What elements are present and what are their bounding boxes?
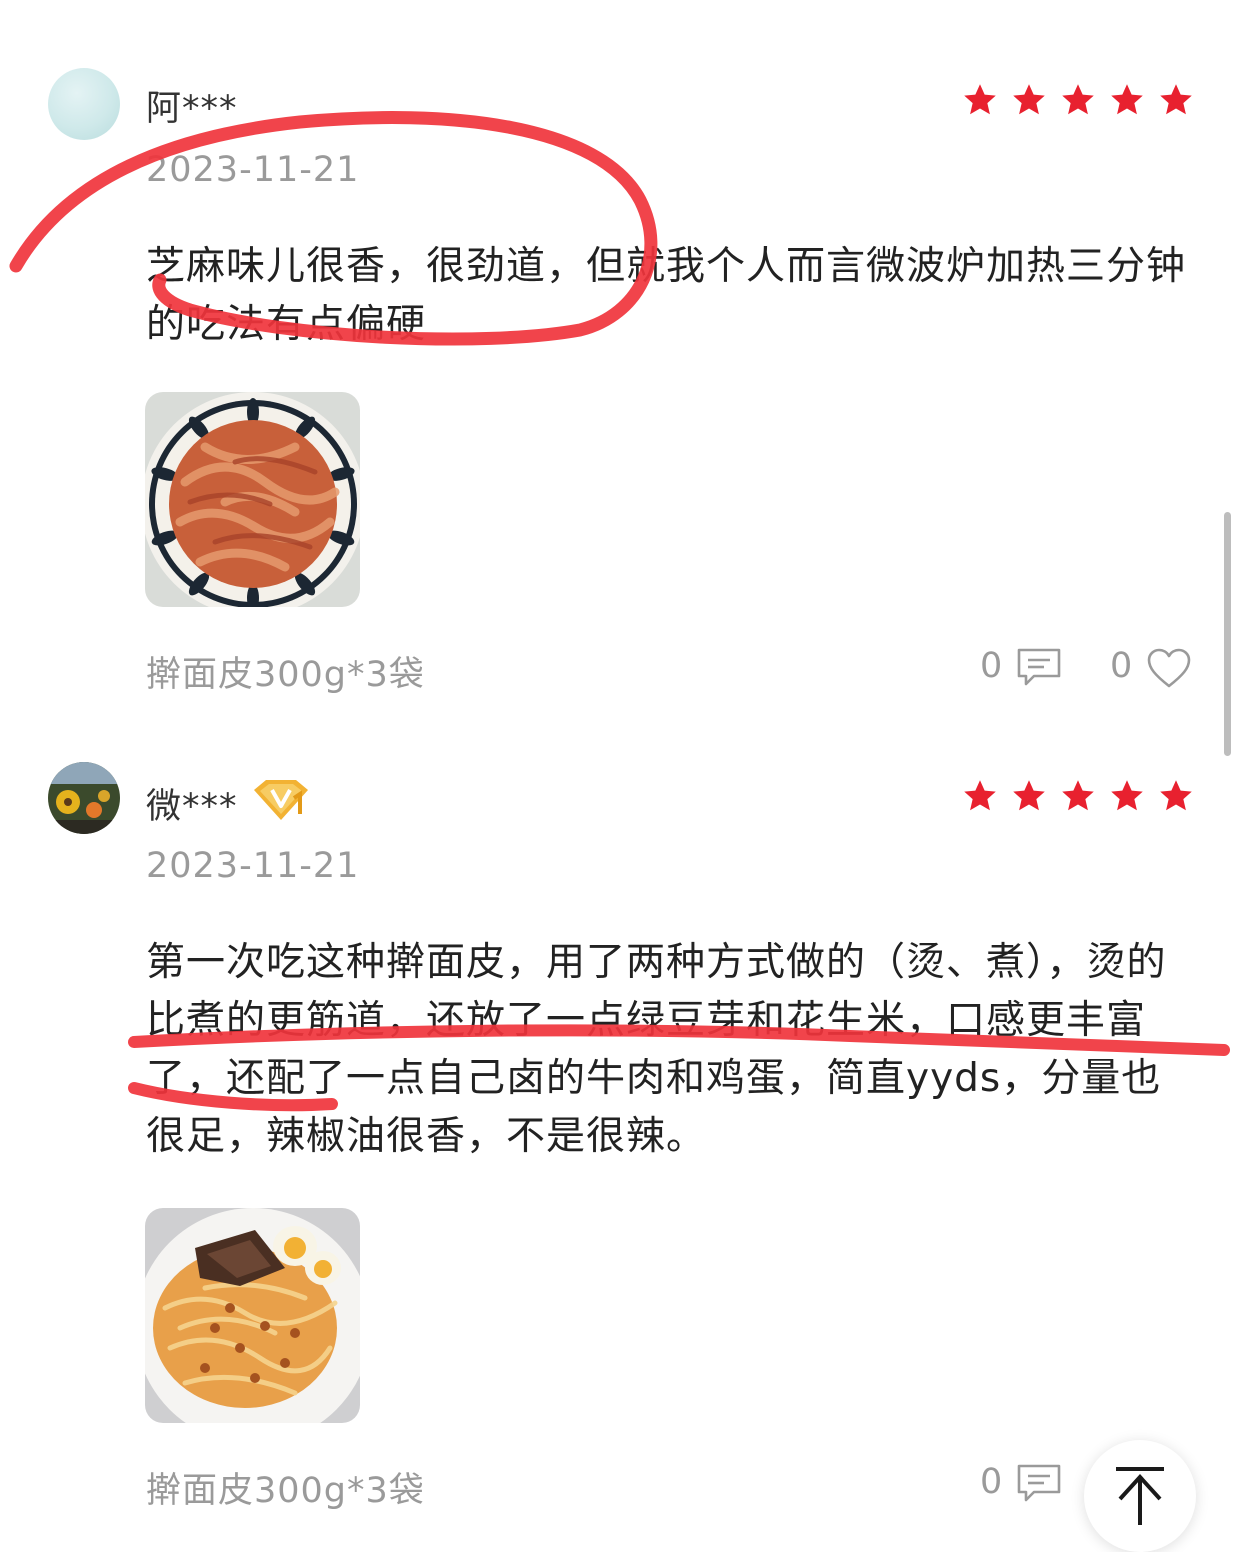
review-card: 微*** 2023-11-21 第一次吃这种擀面皮，用了两种方式做的（烫、煮），… — [0, 740, 1242, 1548]
avatar[interactable] — [48, 762, 120, 834]
review-photo[interactable] — [145, 1208, 360, 1423]
arrow-up-icon — [1116, 1467, 1164, 1525]
heart-icon[interactable] — [1146, 647, 1192, 693]
product-spec: 擀面皮300g*3袋 — [146, 1471, 425, 1511]
back-to-top-button[interactable] — [1084, 1440, 1196, 1552]
noodle-dish-image — [145, 1208, 360, 1423]
rating-stars — [962, 82, 1194, 118]
star-icon — [1160, 780, 1192, 811]
comment-count: 0 — [980, 646, 1003, 686]
username: 阿*** — [146, 89, 238, 129]
review-text: 芝麻味儿很香，很劲道，但就我个人而言微波炉加热三分钟的吃法有点偏硬 — [146, 244, 1187, 347]
review-photo[interactable] — [145, 392, 360, 607]
comment-count: 0 — [980, 1462, 1003, 1502]
star-icon — [1013, 780, 1045, 811]
star-icon — [1062, 84, 1094, 115]
comment-icon[interactable] — [1016, 647, 1062, 691]
review-date: 2023-11-21 — [146, 150, 360, 190]
star-icon — [1062, 780, 1094, 811]
like-count: 0 — [1110, 646, 1133, 686]
review-card: 阿*** 2023-11-21 芝麻味儿很香，很劲道，但就我个人而言微波炉加热三… — [0, 0, 1242, 740]
star-icon — [964, 780, 996, 811]
username: 微*** — [146, 787, 238, 827]
star-icon — [1111, 84, 1143, 115]
rating-stars — [962, 778, 1194, 814]
product-spec: 擀面皮300g*3袋 — [146, 655, 425, 695]
star-icon — [1013, 84, 1045, 115]
review-text: 第一次吃这种擀面皮，用了两种方式做的（烫、煮），烫的比煮的更筋道，还放了一点绿豆… — [146, 940, 1167, 1159]
comment-icon[interactable] — [1016, 1463, 1062, 1507]
star-icon — [1111, 780, 1143, 811]
avatar[interactable] — [48, 68, 120, 140]
review-date: 2023-11-21 — [146, 846, 360, 886]
scrollbar-thumb[interactable] — [1224, 512, 1231, 756]
star-icon — [1160, 84, 1192, 115]
star-icon — [964, 84, 996, 115]
noodle-dish-image — [145, 392, 360, 607]
vip-badge-icon — [250, 776, 312, 824]
